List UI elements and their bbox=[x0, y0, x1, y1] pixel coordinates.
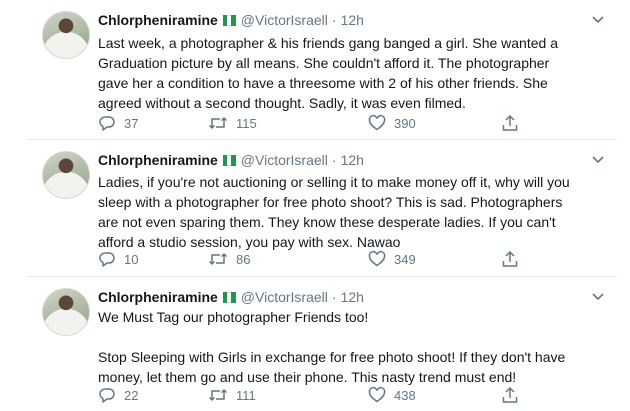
tweet-text: We Must Tag our photographer Friends too… bbox=[98, 309, 566, 385]
like-button[interactable]: 390 bbox=[368, 114, 416, 132]
reply-count: 37 bbox=[124, 115, 139, 131]
user-handle[interactable]: @VictorIsraell bbox=[241, 12, 328, 28]
display-name[interactable]: Chlorpheniramine bbox=[98, 12, 218, 28]
like-button[interactable]: 438 bbox=[368, 386, 416, 404]
reply-button[interactable]: 10 bbox=[98, 250, 138, 268]
retweet-count: 111 bbox=[236, 387, 256, 403]
tweet-text: Ladies, if you're not auctioning or sell… bbox=[98, 174, 570, 250]
tweet-text: Last week, a photographer & his friends … bbox=[98, 35, 558, 111]
tweet-header: Chlorpheniramine @VictorIsraell · 12h bbox=[98, 10, 364, 30]
reply-icon bbox=[98, 250, 116, 268]
user-handle[interactable]: @VictorIsraell bbox=[241, 152, 328, 168]
tweet[interactable]: Chlorpheniramine @VictorIsraell · 12h La… bbox=[27, 140, 617, 277]
separator-dot: · bbox=[331, 12, 337, 28]
tweet[interactable]: Chlorpheniramine @VictorIsraell · 12h La… bbox=[27, 0, 617, 140]
timestamp[interactable]: 12h bbox=[341, 12, 364, 28]
user-handle[interactable]: @VictorIsraell bbox=[241, 289, 328, 305]
timestamp[interactable]: 12h bbox=[341, 289, 364, 305]
reply-icon bbox=[98, 114, 116, 132]
tweet-header: Chlorpheniramine @VictorIsraell · 12h bbox=[98, 287, 364, 307]
tweet-actions: 37 115 390 bbox=[98, 114, 558, 134]
retweet-count: 86 bbox=[236, 251, 251, 267]
display-name[interactable]: Chlorpheniramine bbox=[98, 289, 218, 305]
separator-dot: · bbox=[331, 289, 337, 305]
separator-dot: · bbox=[331, 152, 337, 168]
tweet-header: Chlorpheniramine @VictorIsraell · 12h bbox=[98, 150, 364, 170]
reply-button[interactable]: 22 bbox=[98, 386, 138, 404]
share-button[interactable] bbox=[501, 250, 519, 268]
nigeria-flag-icon bbox=[222, 14, 236, 26]
avatar[interactable] bbox=[42, 288, 90, 336]
share-icon bbox=[501, 250, 519, 268]
reply-count: 22 bbox=[124, 387, 139, 403]
like-count: 349 bbox=[394, 251, 416, 267]
share-button[interactable] bbox=[501, 386, 519, 404]
tweet-actions: 10 86 349 bbox=[98, 250, 558, 270]
retweet-icon bbox=[208, 386, 228, 404]
chevron-down-icon[interactable] bbox=[591, 153, 605, 167]
heart-icon bbox=[368, 114, 386, 132]
nigeria-flag-icon bbox=[222, 154, 236, 166]
avatar[interactable] bbox=[42, 11, 90, 59]
tweet-actions: 22 111 438 bbox=[98, 386, 558, 406]
avatar[interactable] bbox=[42, 151, 90, 199]
reply-icon bbox=[98, 386, 116, 404]
like-button[interactable]: 349 bbox=[368, 250, 416, 268]
like-count: 438 bbox=[394, 387, 416, 403]
retweet-icon bbox=[208, 114, 228, 132]
tweet-thread: Chlorpheniramine @VictorIsraell · 12h La… bbox=[0, 0, 630, 411]
retweet-count: 115 bbox=[236, 115, 257, 131]
display-name[interactable]: Chlorpheniramine bbox=[98, 152, 218, 168]
retweet-icon bbox=[208, 250, 228, 268]
timestamp[interactable]: 12h bbox=[341, 152, 364, 168]
retweet-button[interactable]: 86 bbox=[208, 250, 250, 268]
nigeria-flag-icon bbox=[222, 291, 236, 303]
tweet[interactable]: Chlorpheniramine @VictorIsraell · 12h We… bbox=[27, 277, 617, 411]
chevron-down-icon[interactable] bbox=[591, 13, 605, 27]
reply-count: 10 bbox=[124, 251, 139, 267]
share-icon bbox=[501, 114, 519, 132]
heart-icon bbox=[368, 386, 386, 404]
share-button[interactable] bbox=[501, 114, 519, 132]
retweet-button[interactable]: 115 bbox=[208, 114, 257, 132]
chevron-down-icon[interactable] bbox=[591, 290, 605, 304]
like-count: 390 bbox=[394, 115, 416, 131]
retweet-button[interactable]: 111 bbox=[208, 386, 256, 404]
heart-icon bbox=[368, 250, 386, 268]
share-icon bbox=[501, 386, 519, 404]
reply-button[interactable]: 37 bbox=[98, 114, 138, 132]
